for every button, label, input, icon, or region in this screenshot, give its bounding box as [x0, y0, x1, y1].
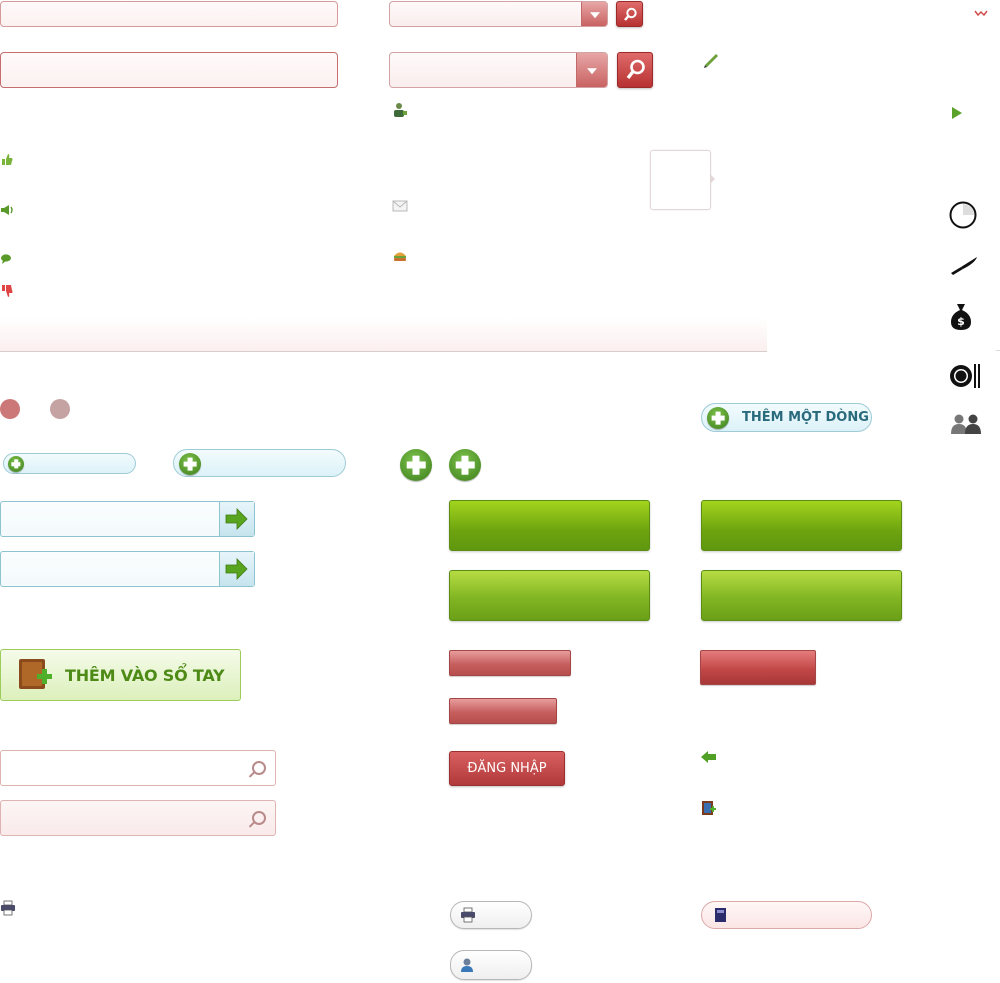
search-icon[interactable]: [252, 811, 266, 825]
add-to-notebook-label: THÊM VÀO SỔ TAY: [65, 666, 225, 685]
tooltip-box: [650, 150, 711, 210]
search-button-large[interactable]: [617, 52, 653, 88]
svg-text:$: $: [957, 315, 965, 328]
comment-icon[interactable]: [0, 253, 12, 265]
add-row-label: THÊM MỘT DÒNG: [742, 410, 869, 425]
status-dot-active[interactable]: [0, 399, 20, 419]
green-button[interactable]: [701, 500, 902, 551]
close-icon[interactable]: [974, 9, 988, 19]
text-input-small[interactable]: [0, 1, 338, 27]
add-pill-large[interactable]: [173, 449, 346, 477]
text-input-large[interactable]: [0, 52, 338, 88]
clock-icon[interactable]: [949, 201, 977, 229]
search-button-small[interactable]: [616, 1, 643, 27]
go-button[interactable]: [219, 502, 254, 536]
notebook-add-icon: [19, 659, 52, 689]
play-icon[interactable]: [951, 106, 963, 120]
book-add-icon[interactable]: [701, 800, 717, 816]
go-button[interactable]: [219, 552, 254, 586]
chevron-down-icon[interactable]: [581, 2, 607, 26]
text-input-with-go[interactable]: [0, 551, 255, 587]
megaphone-icon[interactable]: [0, 203, 14, 217]
user-icon: [461, 958, 473, 972]
header-band: [0, 318, 767, 352]
add-pill-small[interactable]: [3, 453, 136, 474]
print-button[interactable]: [450, 901, 532, 929]
search-icon: [626, 59, 645, 80]
status-dot-inactive[interactable]: [50, 399, 70, 419]
chevron-down-icon[interactable]: [576, 53, 607, 87]
print-icon: [461, 907, 475, 923]
money-bag-icon[interactable]: $: [949, 302, 973, 332]
green-button-hover[interactable]: [449, 570, 650, 621]
divider: [996, 350, 1000, 351]
tooltip-arrow: [710, 174, 715, 184]
plus-icon[interactable]: [400, 449, 432, 481]
plus-icon: [707, 407, 729, 429]
back-arrow-icon[interactable]: [700, 750, 718, 764]
select-dropdown-small[interactable]: [389, 1, 608, 27]
add-to-notebook-button[interactable]: THÊM VÀO SỔ TAY: [0, 649, 241, 701]
knife-icon[interactable]: [949, 255, 979, 275]
search-input[interactable]: [0, 750, 276, 786]
book-icon: [715, 908, 726, 922]
user-button[interactable]: [450, 950, 532, 980]
green-button-hover[interactable]: [701, 570, 902, 621]
print-icon[interactable]: [0, 900, 16, 916]
text-input-with-go[interactable]: [0, 501, 255, 537]
thumbs-down-icon[interactable]: [0, 284, 14, 300]
plus-icon[interactable]: [449, 449, 481, 481]
red-button-large[interactable]: [700, 650, 816, 685]
users-icon[interactable]: [949, 412, 985, 436]
add-row-button[interactable]: THÊM MỘT DÒNG: [701, 403, 872, 432]
search-icon[interactable]: [252, 761, 266, 775]
plus-icon: [179, 453, 201, 475]
user-add-icon[interactable]: [392, 102, 408, 118]
food-icon[interactable]: [392, 249, 408, 263]
search-input-focused[interactable]: [0, 800, 276, 836]
red-button-small[interactable]: [449, 698, 557, 724]
thumbs-up-icon[interactable]: [0, 152, 14, 166]
notebook-pill-button[interactable]: [701, 901, 872, 929]
arrow-right-icon: [225, 508, 248, 530]
plus-icon: [8, 456, 24, 472]
red-button[interactable]: [449, 650, 571, 676]
arrow-right-icon: [225, 558, 248, 580]
select-dropdown-large[interactable]: [389, 52, 608, 88]
search-icon: [624, 7, 637, 21]
green-button[interactable]: [449, 500, 650, 551]
login-button[interactable]: ĐĂNG NHẬP: [449, 751, 565, 786]
pencil-icon[interactable]: [702, 50, 720, 68]
plate-icon[interactable]: [949, 362, 983, 390]
mail-icon[interactable]: [392, 199, 408, 213]
